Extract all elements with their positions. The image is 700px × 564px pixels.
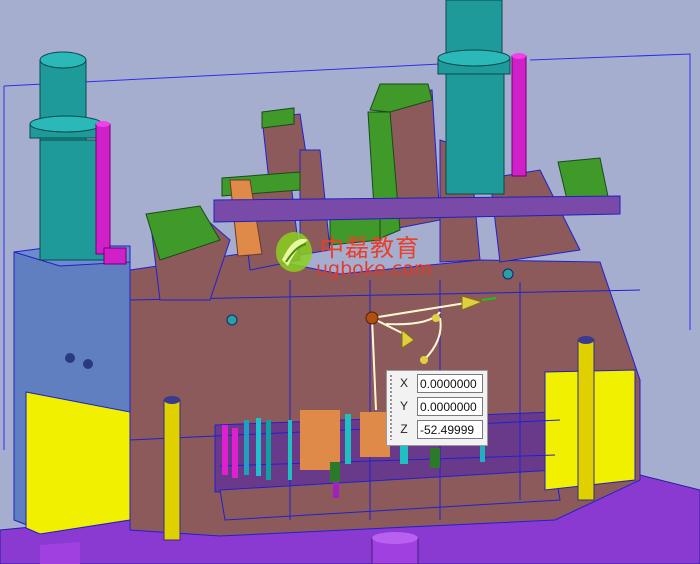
x-coordinate-input[interactable]	[417, 374, 483, 393]
z-coordinate-input[interactable]	[417, 420, 483, 439]
green-leaf-logo-icon	[276, 232, 312, 272]
y-label: Y	[399, 399, 408, 413]
x-label: X	[399, 376, 408, 390]
y-coordinate-row: Y	[397, 396, 485, 418]
cad-viewport[interactable]: 中磊教育 ugboke.com X Y Z	[0, 0, 700, 564]
watermark-url-text: ugboke.com	[316, 258, 433, 280]
x-coordinate-row: X	[397, 373, 485, 395]
left-side-plate	[13, 245, 131, 535]
coordinate-input-box: X Y Z	[386, 370, 488, 446]
z-label: Z	[400, 422, 408, 436]
locating-ring	[371, 532, 419, 564]
y-coordinate-input[interactable]	[417, 397, 483, 416]
watermark: 中磊教育 ugboke.com	[272, 226, 472, 286]
z-coordinate-row: Z	[397, 419, 485, 441]
drag-grip-handle[interactable]	[389, 374, 393, 440]
